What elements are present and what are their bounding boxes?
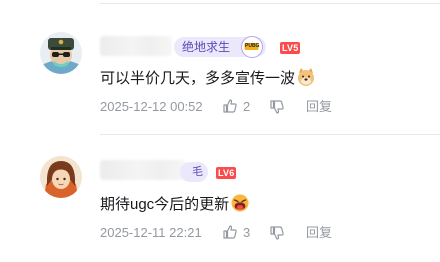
level-badge: LV5	[280, 42, 301, 54]
comment-text: 期待ugc今后的更新	[100, 193, 250, 215]
pubg-medal-icon: PUBG	[241, 36, 263, 58]
fan-medal[interactable]: 毛	[180, 162, 208, 182]
comment-timestamp: 2025-12-12 00:52	[100, 99, 203, 114]
avatar-image	[40, 156, 82, 198]
like-count: 3	[243, 225, 251, 240]
thumbs-up-icon[interactable]	[222, 224, 238, 240]
level-badge: LV6	[216, 167, 237, 179]
fan-medal-name: 毛	[192, 166, 203, 178]
like-count: 2	[243, 99, 251, 114]
medal-icon-text: PUBG	[245, 43, 260, 49]
username[interactable]	[100, 160, 186, 180]
thumbs-down-icon[interactable]	[269, 225, 285, 241]
doge-emoji-icon	[298, 68, 315, 86]
thumbs-down-icon[interactable]	[269, 99, 285, 115]
comment-body: 可以半价几天，多多宣传一波	[100, 70, 296, 87]
top-divider	[100, 3, 440, 4]
comment-divider	[100, 134, 440, 135]
comment-timestamp: 2025-12-11 22:21	[100, 225, 202, 240]
username[interactable]	[100, 36, 172, 56]
fan-medal-name: 绝地求生	[182, 40, 231, 54]
thumbs-up-icon[interactable]	[222, 98, 238, 114]
comment-text: 可以半价几天，多多宣传一波	[100, 67, 316, 89]
reply-button[interactable]: 回复	[306, 225, 332, 241]
comment-body: 期待ugc今后的更新	[100, 196, 230, 213]
reply-button[interactable]: 回复	[306, 99, 332, 115]
avatar-image	[40, 32, 82, 74]
avatar[interactable]	[40, 32, 82, 74]
tongue-emoji-icon	[231, 194, 249, 212]
avatar[interactable]	[40, 156, 82, 198]
